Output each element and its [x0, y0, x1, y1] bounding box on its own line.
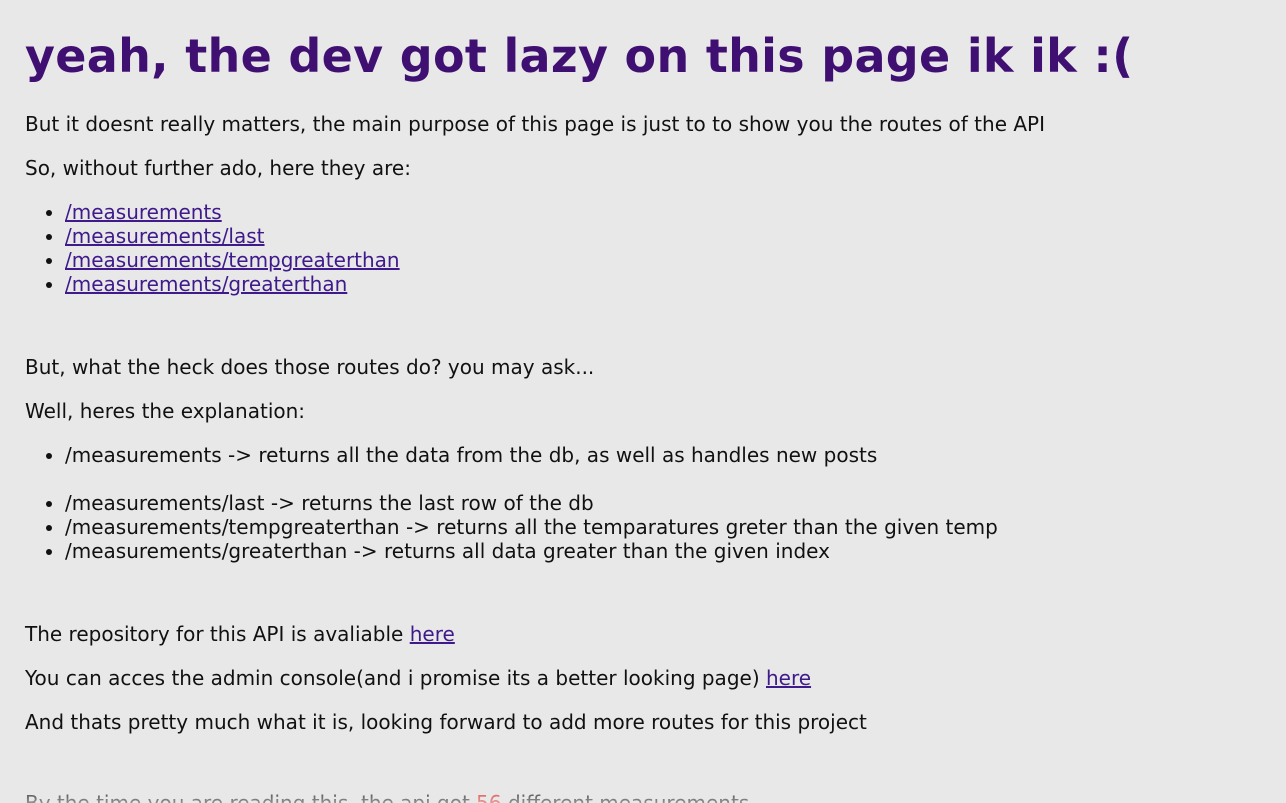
intro-text: But it doesnt really matters, the main p… [25, 112, 1045, 136]
route-link-measurements-last[interactable]: /measurements/last [65, 224, 265, 248]
measurement-count: 56 [476, 791, 502, 803]
admin-text: You can acces the admin console(and i pr… [25, 666, 811, 690]
measurement-counter-text: By the time you are reading this, the ap… [25, 791, 749, 803]
page-title: yeah, the dev got lazy on this page ik i… [25, 29, 1134, 83]
list-item: /measurements/greaterthan [65, 272, 400, 296]
route-link-tempgreaterthan[interactable]: /measurements/tempgreaterthan [65, 248, 400, 272]
closing-text: And thats pretty much what it is, lookin… [25, 710, 867, 734]
explanations-list: /measurements/last -> returns the last r… [25, 491, 998, 563]
admin-label: You can acces the admin console(and i pr… [25, 666, 766, 690]
explanation-lead-text: Well, heres the explanation: [25, 399, 306, 423]
repo-label: The repository for this API is avaliable [25, 622, 410, 646]
admin-console-link[interactable]: here [766, 666, 811, 690]
routes-lead-text: So, without further ado, here they are: [25, 156, 411, 180]
explanations-list-first: /measurements -> returns all the data fr… [25, 443, 877, 467]
list-item: /measurements/last [65, 224, 400, 248]
list-item: /measurements/last -> returns the last r… [65, 491, 998, 515]
list-item: /measurements -> returns all the data fr… [65, 443, 877, 467]
routes-list: /measurements /measurements/last /measur… [25, 200, 400, 296]
route-link-measurements[interactable]: /measurements [65, 200, 222, 224]
list-item: /measurements/tempgreaterthan [65, 248, 400, 272]
list-item: /measurements/greaterthan -> returns all… [65, 539, 998, 563]
repo-link[interactable]: here [410, 622, 455, 646]
repo-text: The repository for this API is avaliable… [25, 622, 455, 646]
list-item: /measurements [65, 200, 400, 224]
question-text: But, what the heck does those routes do?… [25, 355, 595, 379]
counter-after: different measurements [501, 791, 750, 803]
counter-before: By the time you are reading this, the ap… [25, 791, 477, 803]
list-item: /measurements/tempgreaterthan -> returns… [65, 515, 998, 539]
route-link-greaterthan[interactable]: /measurements/greaterthan [65, 272, 347, 296]
